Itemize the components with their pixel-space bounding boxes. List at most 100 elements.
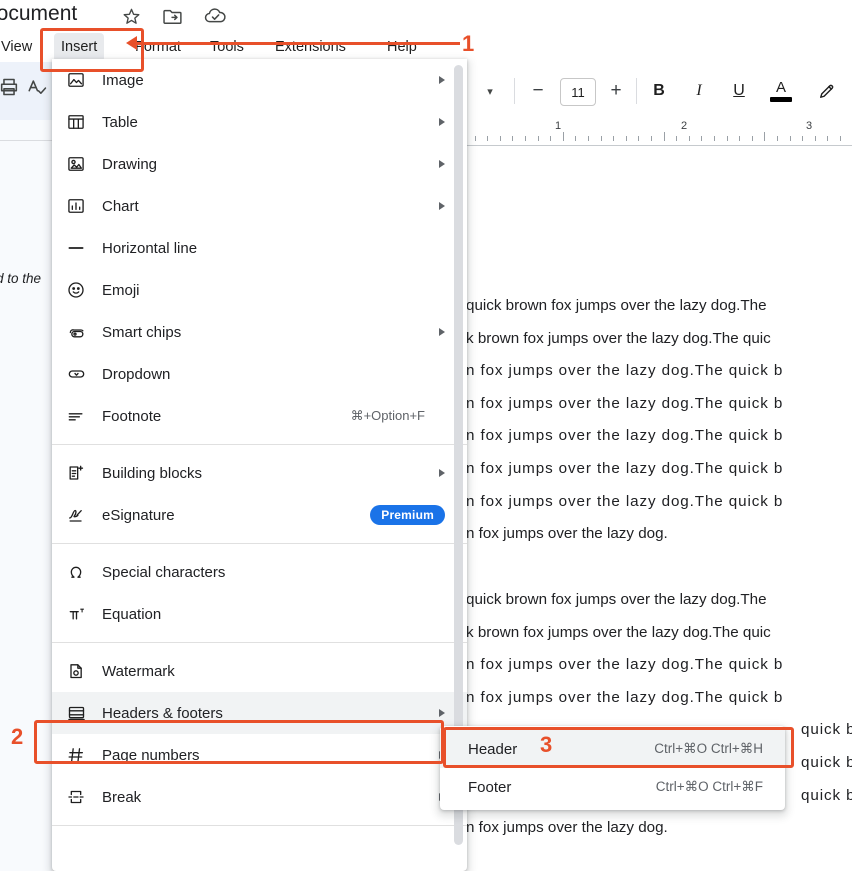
italic-button[interactable]: I: [684, 62, 714, 120]
menu-item-label: Break: [102, 788, 142, 806]
text-color-label: A: [775, 79, 786, 96]
toolbar-separator-1: [514, 78, 515, 104]
menubar-item-tools[interactable]: Tools: [203, 33, 251, 62]
document-line: n fox jumps over the lazy dog.The quick …: [466, 394, 784, 412]
menu-item-label: Special characters: [102, 563, 226, 581]
print-icon[interactable]: [0, 76, 20, 103]
menu-item-image[interactable]: Image: [52, 59, 467, 101]
submenu-item-shortcut: Ctrl+⌘O Ctrl+⌘F: [655, 779, 763, 794]
menu-item-building-blocks[interactable]: Building blocks: [52, 452, 467, 494]
underline-button[interactable]: U: [724, 62, 754, 120]
menu-item-label: eSignature: [102, 506, 175, 524]
omega-icon: [66, 562, 102, 582]
document-title[interactable]: locument: [0, 2, 77, 26]
menu-item-label: Dropdown: [102, 365, 171, 383]
menu-item-break[interactable]: Break: [52, 776, 467, 818]
menubar-item-help[interactable]: Help: [380, 33, 424, 62]
title-bar: locument: [0, 0, 852, 33]
image-icon: [66, 70, 102, 90]
menu-item-drawing[interactable]: Drawing: [52, 143, 467, 185]
menu-item-label: Equation: [102, 605, 162, 623]
document-line: n fox jumps over the lazy dog.The quick …: [466, 362, 784, 380]
move-to-folder-icon[interactable]: [162, 7, 183, 26]
menu-item-esignature[interactable]: eSignature Premium: [52, 494, 467, 536]
menubar-item-insert[interactable]: Insert: [54, 33, 105, 62]
horizontal-ruler[interactable]: 1 2 3: [462, 120, 852, 146]
menu-item-horizontal-line[interactable]: Horizontal line: [52, 227, 467, 269]
formatting-toolbar: ▾ − 11 + B I U A: [462, 62, 852, 120]
decrease-font-size-button[interactable]: −: [522, 62, 554, 120]
submenu-item-header[interactable]: Header Ctrl+⌘O Ctrl+⌘H: [440, 730, 785, 768]
annotation-marker-1: 1: [462, 31, 475, 56]
menu-item-label: Smart chips: [102, 323, 182, 341]
document-line: n fox jumps over the lazy dog.: [466, 819, 668, 837]
headers-footers-submenu: Header Ctrl+⌘O Ctrl+⌘H Footer Ctrl+⌘O Ct…: [440, 726, 785, 810]
equation-icon: [66, 604, 102, 624]
menu-item-footnote[interactable]: Footnote ⌘+Option+F: [52, 395, 467, 437]
menu-item-label: Footnote: [102, 407, 162, 425]
menu-item-watermark[interactable]: Watermark: [52, 650, 467, 692]
submenu-item-label: Header: [468, 740, 518, 758]
insert-dropdown-menu: Image Table Drawing Chart Horizontal lin…: [52, 59, 467, 871]
menu-item-label: Chart: [102, 197, 139, 215]
submenu-arrow-icon: [439, 202, 445, 210]
annotation-marker-2: 2: [11, 724, 24, 749]
table-icon: [66, 112, 102, 132]
dropdown-icon: [66, 364, 102, 384]
left-toolbar-fragment: [0, 62, 52, 120]
submenu-arrow-icon: [439, 160, 445, 168]
document-line: quick brown fox jumps over the lazy dog.…: [466, 591, 767, 608]
menu-item-emoji[interactable]: Emoji: [52, 269, 467, 311]
left-divider: [0, 140, 52, 141]
menu-item-shortcut: ⌘+Option+F: [350, 408, 425, 423]
chevron-down-icon[interactable]: ▾: [472, 62, 508, 120]
menu-separator: [52, 642, 467, 643]
menu-item-smart-chips[interactable]: Smart chips: [52, 311, 467, 353]
page-numbers-icon: [66, 745, 102, 765]
text-color-swatch: [770, 97, 792, 102]
menu-item-headers-footers[interactable]: Headers & footers: [52, 692, 467, 734]
building-blocks-icon: [66, 463, 102, 483]
menu-separator: [52, 825, 467, 826]
menu-item-label: Watermark: [102, 662, 175, 680]
headers-footers-icon: [66, 703, 102, 723]
smart-chips-icon: [66, 322, 102, 342]
menubar-item-extensions[interactable]: Extensions: [268, 33, 353, 62]
annotation-arrow-head: [126, 36, 137, 50]
menubar-item-view[interactable]: View: [0, 33, 39, 62]
pen-highlight-icon[interactable]: [810, 62, 844, 120]
left-gutter: [0, 120, 52, 871]
star-icon[interactable]: [122, 7, 141, 26]
increase-font-size-button[interactable]: +: [600, 62, 632, 120]
menu-item-chart[interactable]: Chart: [52, 185, 467, 227]
esignature-icon: [66, 505, 102, 525]
toolbar-separator-2: [636, 78, 637, 104]
menu-item-equation[interactable]: Equation: [52, 593, 467, 635]
menu-item-dropdown[interactable]: Dropdown: [52, 353, 467, 395]
document-line: n fox jumps over the lazy dog.The quick …: [466, 459, 784, 477]
text-color-button[interactable]: A: [764, 62, 798, 120]
menu-item-label: Headers & footers: [102, 704, 223, 722]
watermark-icon: [66, 661, 102, 681]
menu-item-label: Drawing: [102, 155, 158, 173]
submenu-item-shortcut: Ctrl+⌘O Ctrl+⌘H: [654, 741, 763, 756]
font-size-input[interactable]: 11: [560, 78, 596, 106]
menu-item-page-numbers[interactable]: Page numbers: [52, 734, 467, 776]
left-text-fragment: d to the: [0, 271, 42, 286]
footnote-icon: [66, 406, 102, 426]
cloud-saved-icon[interactable]: [204, 7, 227, 25]
submenu-arrow-icon: [439, 328, 445, 336]
menu-item-label: Emoji: [102, 281, 140, 299]
document-line: n fox jumps over the lazy dog.The quick …: [466, 656, 784, 674]
emoji-icon: [66, 280, 102, 300]
submenu-item-footer[interactable]: Footer Ctrl+⌘O Ctrl+⌘F: [440, 768, 785, 806]
document-line: quick brown fox jumps over the lazy dog.…: [466, 297, 767, 314]
ruler-ticks: [462, 131, 852, 141]
document-line: n fox jumps over the lazy dog.The quick …: [466, 427, 784, 445]
bold-button[interactable]: B: [644, 62, 674, 120]
annotation-arrow-line: [136, 42, 460, 45]
drawing-icon: [66, 154, 102, 174]
spellcheck-icon[interactable]: [26, 76, 48, 103]
menu-item-table[interactable]: Table: [52, 101, 467, 143]
menu-item-special-characters[interactable]: Special characters: [52, 551, 467, 593]
